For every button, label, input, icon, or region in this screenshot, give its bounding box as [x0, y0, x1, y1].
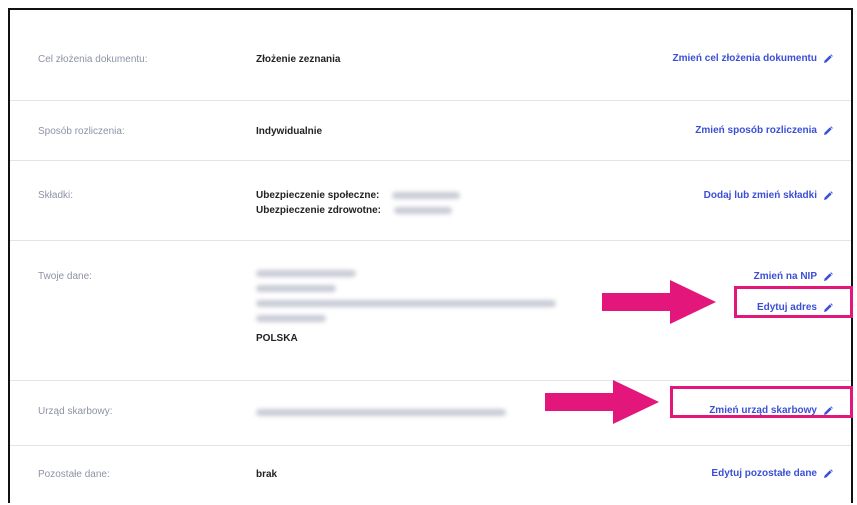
redacted-address-line — [256, 299, 556, 307]
row-document-purpose: Cel złożenia dokumentu: Złożenie zeznani… — [10, 10, 851, 101]
action-label: Dodaj lub zmień składki — [703, 190, 817, 201]
action-label: Edytuj pozostałe dane — [711, 468, 817, 479]
redacted-value — [392, 191, 461, 199]
row-value: brak — [256, 469, 278, 480]
pencil-icon — [823, 191, 833, 201]
row-label: Pozostałe dane: — [38, 469, 110, 480]
personal-data-values: POLSKA — [256, 266, 556, 346]
change-tax-office-highlight — [670, 386, 853, 418]
health-insurance-label: Ubezpieczenie zdrowotne: — [256, 205, 382, 216]
row-value: Indywidualnie — [256, 126, 323, 137]
action-label: Zmień sposób rozliczenia — [695, 125, 817, 136]
contributions-values: Ubezpieczenie społeczne: Ubezpieczenie z… — [256, 188, 461, 218]
row-label: Sposób rozliczenia: — [38, 126, 125, 137]
redacted-value — [393, 206, 452, 214]
declaration-summary-panel: Cel złożenia dokumentu: Złożenie zeznani… — [8, 8, 853, 503]
edit-address-highlight — [734, 286, 853, 318]
action-label: Zmień na NIP — [753, 271, 817, 282]
row-label: Twoje dane: — [38, 271, 92, 282]
redacted-tax-office — [256, 409, 506, 416]
pencil-icon — [823, 469, 833, 479]
add-or-change-contributions-link[interactable]: Dodaj lub zmień składki — [704, 190, 833, 201]
redacted-address-line — [256, 284, 336, 292]
arrow-right-icon — [602, 280, 716, 324]
redacted-name — [256, 269, 356, 277]
row-label: Cel złożenia dokumentu: — [38, 54, 148, 65]
row-value: Złożenie zeznania — [256, 54, 341, 65]
social-insurance-label: Ubezpieczenie społeczne: — [256, 190, 380, 201]
row-settlement-method: Sposób rozliczenia: Indywidualnie Zmień … — [10, 100, 851, 161]
row-contributions: Składki: Ubezpieczenie społeczne: Ubezpi… — [10, 160, 851, 241]
pencil-icon — [823, 272, 833, 282]
row-your-data: Twoje dane: POLSKA Zmień na NIP Edytuj a… — [10, 240, 851, 381]
redacted-postal-code — [256, 314, 326, 322]
country-value: POLSKA — [256, 333, 298, 344]
pencil-icon — [823, 126, 833, 136]
change-settlement-method-link[interactable]: Zmień sposób rozliczenia — [695, 125, 833, 136]
change-document-purpose-link[interactable]: Zmień cel złożenia dokumentu — [673, 53, 833, 64]
edit-other-data-link[interactable]: Edytuj pozostałe dane — [711, 468, 833, 479]
row-label: Urząd skarbowy: — [38, 406, 113, 417]
arrow-right-icon — [545, 380, 659, 424]
pencil-icon — [823, 54, 833, 64]
row-label: Składki: — [38, 190, 74, 201]
action-label: Zmień cel złożenia dokumentu — [672, 53, 817, 64]
row-other-data: Pozostałe dane: brak Edytuj pozostałe da… — [10, 445, 851, 505]
change-to-nip-link[interactable]: Zmień na NIP — [754, 271, 833, 282]
